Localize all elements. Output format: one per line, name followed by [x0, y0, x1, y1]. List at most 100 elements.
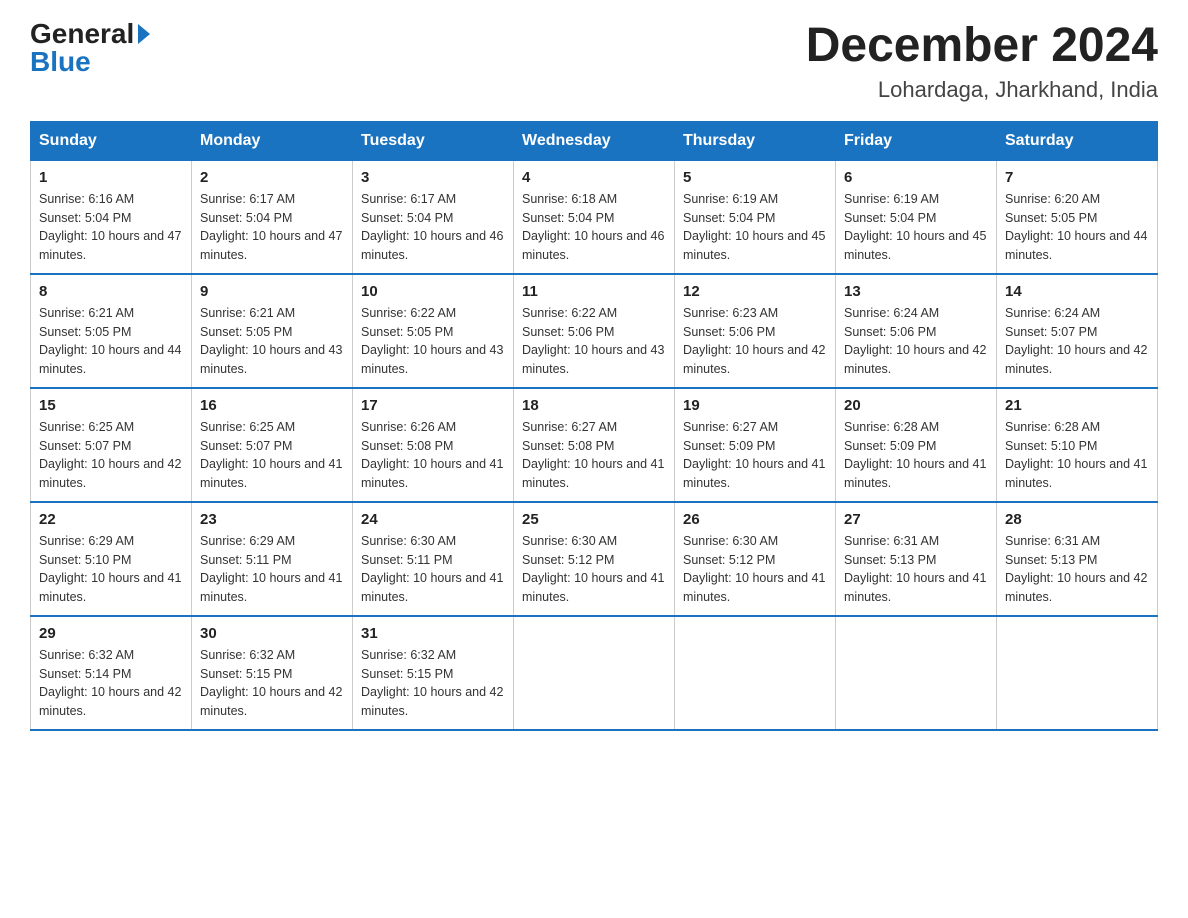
calendar-day-cell: 15 Sunrise: 6:25 AM Sunset: 5:07 PM Dayl…	[31, 388, 192, 502]
calendar-day-cell: 8 Sunrise: 6:21 AM Sunset: 5:05 PM Dayli…	[31, 274, 192, 388]
day-info: Sunrise: 6:30 AM Sunset: 5:12 PM Dayligh…	[522, 532, 666, 607]
weekday-header: Friday	[836, 121, 997, 160]
calendar-day-cell: 11 Sunrise: 6:22 AM Sunset: 5:06 PM Dayl…	[514, 274, 675, 388]
calendar-day-cell: 16 Sunrise: 6:25 AM Sunset: 5:07 PM Dayl…	[192, 388, 353, 502]
calendar-day-cell: 4 Sunrise: 6:18 AM Sunset: 5:04 PM Dayli…	[514, 160, 675, 274]
day-info: Sunrise: 6:27 AM Sunset: 5:08 PM Dayligh…	[522, 418, 666, 493]
day-number: 26	[683, 511, 827, 528]
calendar-day-cell: 19 Sunrise: 6:27 AM Sunset: 5:09 PM Dayl…	[675, 388, 836, 502]
calendar-day-cell: 10 Sunrise: 6:22 AM Sunset: 5:05 PM Dayl…	[353, 274, 514, 388]
day-number: 22	[39, 511, 183, 528]
day-info: Sunrise: 6:32 AM Sunset: 5:15 PM Dayligh…	[361, 646, 505, 721]
day-number: 24	[361, 511, 505, 528]
calendar-day-cell: 29 Sunrise: 6:32 AM Sunset: 5:14 PM Dayl…	[31, 616, 192, 730]
calendar-day-cell: 20 Sunrise: 6:28 AM Sunset: 5:09 PM Dayl…	[836, 388, 997, 502]
day-info: Sunrise: 6:24 AM Sunset: 5:06 PM Dayligh…	[844, 304, 988, 379]
calendar-day-cell: 26 Sunrise: 6:30 AM Sunset: 5:12 PM Dayl…	[675, 502, 836, 616]
day-info: Sunrise: 6:30 AM Sunset: 5:11 PM Dayligh…	[361, 532, 505, 607]
calendar-week-row: 15 Sunrise: 6:25 AM Sunset: 5:07 PM Dayl…	[31, 388, 1158, 502]
calendar-day-cell: 24 Sunrise: 6:30 AM Sunset: 5:11 PM Dayl…	[353, 502, 514, 616]
day-info: Sunrise: 6:21 AM Sunset: 5:05 PM Dayligh…	[200, 304, 344, 379]
calendar-day-cell: 7 Sunrise: 6:20 AM Sunset: 5:05 PM Dayli…	[997, 160, 1158, 274]
day-number: 20	[844, 397, 988, 414]
calendar-day-cell: 14 Sunrise: 6:24 AM Sunset: 5:07 PM Dayl…	[997, 274, 1158, 388]
calendar-week-row: 1 Sunrise: 6:16 AM Sunset: 5:04 PM Dayli…	[31, 160, 1158, 274]
calendar-day-cell	[997, 616, 1158, 730]
calendar-day-cell: 12 Sunrise: 6:23 AM Sunset: 5:06 PM Dayl…	[675, 274, 836, 388]
day-info: Sunrise: 6:29 AM Sunset: 5:10 PM Dayligh…	[39, 532, 183, 607]
day-number: 9	[200, 283, 344, 300]
day-number: 23	[200, 511, 344, 528]
calendar-header-row: SundayMondayTuesdayWednesdayThursdayFrid…	[31, 121, 1158, 160]
weekday-header: Sunday	[31, 121, 192, 160]
day-info: Sunrise: 6:32 AM Sunset: 5:14 PM Dayligh…	[39, 646, 183, 721]
day-number: 21	[1005, 397, 1149, 414]
calendar-day-cell: 2 Sunrise: 6:17 AM Sunset: 5:04 PM Dayli…	[192, 160, 353, 274]
weekday-header: Thursday	[675, 121, 836, 160]
day-number: 6	[844, 169, 988, 186]
calendar-week-row: 8 Sunrise: 6:21 AM Sunset: 5:05 PM Dayli…	[31, 274, 1158, 388]
day-number: 29	[39, 625, 183, 642]
day-info: Sunrise: 6:28 AM Sunset: 5:09 PM Dayligh…	[844, 418, 988, 493]
day-number: 16	[200, 397, 344, 414]
day-info: Sunrise: 6:22 AM Sunset: 5:06 PM Dayligh…	[522, 304, 666, 379]
day-number: 19	[683, 397, 827, 414]
day-number: 7	[1005, 169, 1149, 186]
calendar-day-cell: 1 Sunrise: 6:16 AM Sunset: 5:04 PM Dayli…	[31, 160, 192, 274]
calendar-day-cell: 22 Sunrise: 6:29 AM Sunset: 5:10 PM Dayl…	[31, 502, 192, 616]
day-number: 8	[39, 283, 183, 300]
day-info: Sunrise: 6:17 AM Sunset: 5:04 PM Dayligh…	[200, 190, 344, 265]
calendar-day-cell: 28 Sunrise: 6:31 AM Sunset: 5:13 PM Dayl…	[997, 502, 1158, 616]
logo-arrow-icon	[138, 24, 150, 44]
calendar-week-row: 22 Sunrise: 6:29 AM Sunset: 5:10 PM Dayl…	[31, 502, 1158, 616]
calendar-day-cell: 17 Sunrise: 6:26 AM Sunset: 5:08 PM Dayl…	[353, 388, 514, 502]
logo-blue-text: Blue	[30, 48, 91, 76]
calendar-day-cell: 23 Sunrise: 6:29 AM Sunset: 5:11 PM Dayl…	[192, 502, 353, 616]
day-info: Sunrise: 6:21 AM Sunset: 5:05 PM Dayligh…	[39, 304, 183, 379]
weekday-header: Wednesday	[514, 121, 675, 160]
calendar-day-cell: 21 Sunrise: 6:28 AM Sunset: 5:10 PM Dayl…	[997, 388, 1158, 502]
calendar-day-cell: 30 Sunrise: 6:32 AM Sunset: 5:15 PM Dayl…	[192, 616, 353, 730]
day-number: 5	[683, 169, 827, 186]
calendar-table: SundayMondayTuesdayWednesdayThursdayFrid…	[30, 121, 1158, 731]
day-info: Sunrise: 6:27 AM Sunset: 5:09 PM Dayligh…	[683, 418, 827, 493]
day-number: 15	[39, 397, 183, 414]
calendar-day-cell	[836, 616, 997, 730]
page-title: December 2024	[806, 20, 1158, 73]
calendar-day-cell: 31 Sunrise: 6:32 AM Sunset: 5:15 PM Dayl…	[353, 616, 514, 730]
day-number: 1	[39, 169, 183, 186]
day-info: Sunrise: 6:25 AM Sunset: 5:07 PM Dayligh…	[39, 418, 183, 493]
day-info: Sunrise: 6:17 AM Sunset: 5:04 PM Dayligh…	[361, 190, 505, 265]
day-number: 18	[522, 397, 666, 414]
calendar-week-row: 29 Sunrise: 6:32 AM Sunset: 5:14 PM Dayl…	[31, 616, 1158, 730]
day-number: 12	[683, 283, 827, 300]
day-info: Sunrise: 6:29 AM Sunset: 5:11 PM Dayligh…	[200, 532, 344, 607]
weekday-header: Saturday	[997, 121, 1158, 160]
day-info: Sunrise: 6:31 AM Sunset: 5:13 PM Dayligh…	[844, 532, 988, 607]
day-number: 3	[361, 169, 505, 186]
calendar-day-cell: 18 Sunrise: 6:27 AM Sunset: 5:08 PM Dayl…	[514, 388, 675, 502]
day-info: Sunrise: 6:20 AM Sunset: 5:05 PM Dayligh…	[1005, 190, 1149, 265]
day-info: Sunrise: 6:16 AM Sunset: 5:04 PM Dayligh…	[39, 190, 183, 265]
day-number: 14	[1005, 283, 1149, 300]
calendar-day-cell: 9 Sunrise: 6:21 AM Sunset: 5:05 PM Dayli…	[192, 274, 353, 388]
day-info: Sunrise: 6:18 AM Sunset: 5:04 PM Dayligh…	[522, 190, 666, 265]
day-info: Sunrise: 6:25 AM Sunset: 5:07 PM Dayligh…	[200, 418, 344, 493]
page-subtitle: Lohardaga, Jharkhand, India	[806, 77, 1158, 103]
day-number: 10	[361, 283, 505, 300]
day-info: Sunrise: 6:19 AM Sunset: 5:04 PM Dayligh…	[844, 190, 988, 265]
day-info: Sunrise: 6:31 AM Sunset: 5:13 PM Dayligh…	[1005, 532, 1149, 607]
calendar-day-cell: 3 Sunrise: 6:17 AM Sunset: 5:04 PM Dayli…	[353, 160, 514, 274]
day-info: Sunrise: 6:32 AM Sunset: 5:15 PM Dayligh…	[200, 646, 344, 721]
day-number: 31	[361, 625, 505, 642]
calendar-day-cell: 5 Sunrise: 6:19 AM Sunset: 5:04 PM Dayli…	[675, 160, 836, 274]
page-header: General Blue December 2024 Lohardaga, Jh…	[30, 20, 1158, 103]
day-info: Sunrise: 6:26 AM Sunset: 5:08 PM Dayligh…	[361, 418, 505, 493]
calendar-day-cell: 13 Sunrise: 6:24 AM Sunset: 5:06 PM Dayl…	[836, 274, 997, 388]
day-info: Sunrise: 6:28 AM Sunset: 5:10 PM Dayligh…	[1005, 418, 1149, 493]
weekday-header: Tuesday	[353, 121, 514, 160]
day-info: Sunrise: 6:19 AM Sunset: 5:04 PM Dayligh…	[683, 190, 827, 265]
logo: General Blue	[30, 20, 150, 76]
calendar-day-cell	[514, 616, 675, 730]
calendar-day-cell	[675, 616, 836, 730]
